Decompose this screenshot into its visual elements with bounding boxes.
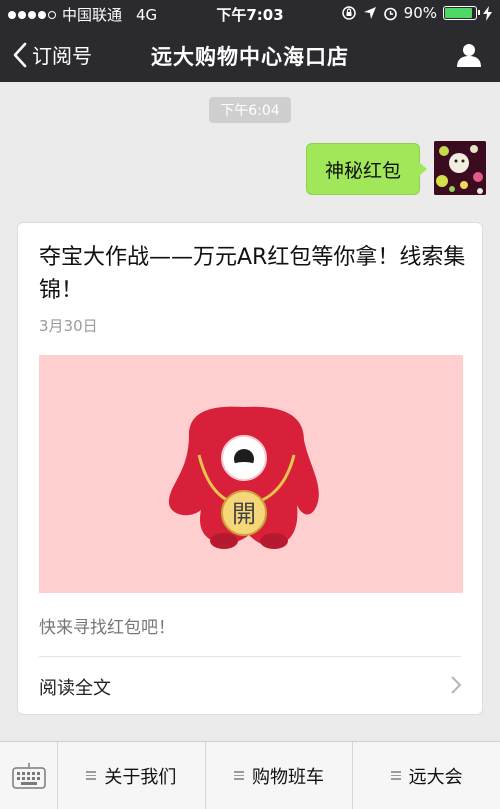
medallion-text: 開 bbox=[232, 500, 256, 528]
message-timestamp: 下午6:04 bbox=[209, 97, 291, 123]
avatar-image bbox=[434, 141, 486, 195]
menu-about-us[interactable]: 关于我们 bbox=[58, 742, 206, 809]
alarm-icon bbox=[383, 7, 397, 20]
menu-lines-icon bbox=[390, 771, 401, 780]
charging-icon bbox=[483, 5, 492, 21]
divider bbox=[39, 656, 461, 657]
menu-label: 远大会 bbox=[408, 766, 463, 788]
chevron-right-icon bbox=[451, 676, 462, 694]
outgoing-message-bubble[interactable]: 神秘红包 bbox=[306, 143, 427, 195]
article-title: 夺宝大作战——万元AR红包等你拿！线索集锦！ bbox=[39, 245, 466, 303]
page-title: 远大购物中心海口店 bbox=[151, 45, 349, 69]
menu-lines-icon bbox=[234, 771, 244, 780]
keyboard-toggle-button[interactable] bbox=[0, 742, 58, 809]
article-card[interactable]: 夺宝大作战——万元AR红包等你拿！线索集锦！ 3月30日 開 快来寻找红包吧！ … bbox=[17, 222, 483, 715]
battery-fill bbox=[445, 8, 472, 18]
message-text: 神秘红包 bbox=[324, 159, 401, 182]
menu-shopping-bus[interactable]: 购物班车 bbox=[206, 742, 354, 809]
status-bar: 中国联通 4G 下午7:03 90% bbox=[0, 0, 500, 28]
menu-label: 关于我们 bbox=[104, 766, 177, 788]
battery-percent: 90% bbox=[403, 4, 437, 22]
article-description: 快来寻找红包吧！ bbox=[39, 618, 175, 638]
navigation-bar: 订阅号 远大购物中心海口店 bbox=[0, 28, 500, 82]
status-right: 90% bbox=[341, 4, 492, 22]
keyboard-icon bbox=[11, 762, 46, 789]
read-more-link[interactable]: 阅读全文 bbox=[39, 674, 111, 700]
bottom-menu-bar: 关于我们 购物班车 远大会 bbox=[0, 741, 500, 809]
user-profile-icon[interactable] bbox=[456, 42, 482, 68]
menu-lines-icon bbox=[86, 771, 97, 780]
location-icon bbox=[363, 7, 376, 19]
menu-label: 购物班车 bbox=[252, 766, 324, 788]
menu-yuanda-club[interactable]: 远大会 bbox=[353, 742, 500, 809]
rotation-lock-icon bbox=[341, 6, 356, 20]
red-mascot-illustration: 開 bbox=[168, 406, 319, 549]
battery-icon bbox=[443, 6, 480, 20]
article-cover-image: 開 bbox=[39, 355, 463, 593]
article-date: 3月30日 bbox=[39, 317, 98, 335]
avatar[interactable] bbox=[434, 141, 486, 195]
